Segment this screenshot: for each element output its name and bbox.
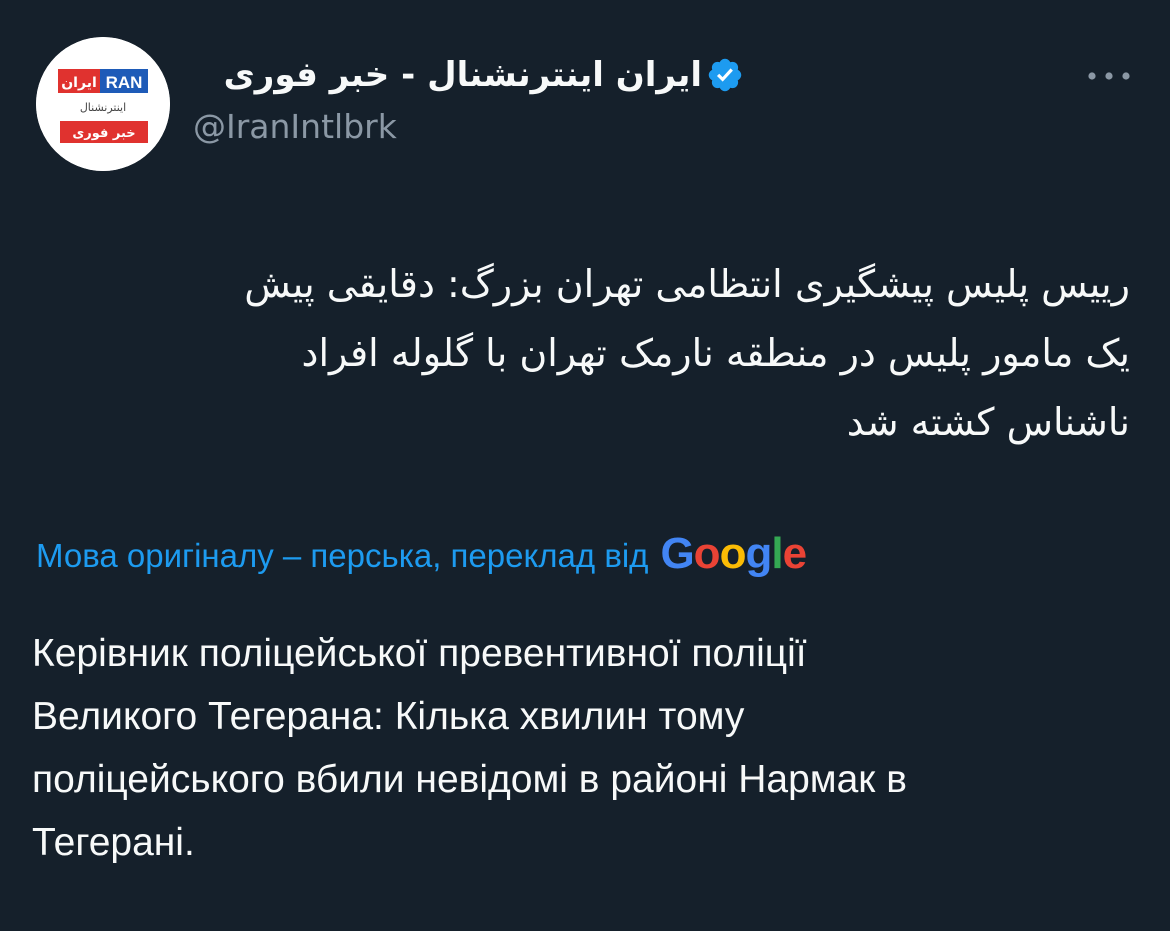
translation-notice-link[interactable]: Мова оригіналу – перська, переклад від G… xyxy=(36,528,808,584)
original-line: ناشناس کشته شد xyxy=(846,400,1130,444)
logo-subtitle-text: اینترنشنال xyxy=(80,101,126,114)
logo-tag-text: خبر فوری xyxy=(72,126,135,141)
google-letter: o xyxy=(693,529,721,578)
google-letter: o xyxy=(719,529,747,578)
google-letter: G xyxy=(660,529,694,578)
google-letter: l xyxy=(771,529,783,578)
translated-line: Великого Тегерана: Кілька хвилин тому xyxy=(32,695,745,738)
tweet-text-original: رییس پلیس پیشگیری انتظامی تهران بزرگ: دق… xyxy=(30,250,1130,457)
more-horizontal-icon xyxy=(1088,72,1130,80)
logo-en-text: RAN xyxy=(106,73,143,92)
translated-line: Тегерані. xyxy=(32,821,195,864)
google-letter: g xyxy=(745,529,772,578)
google-logo: Google xyxy=(660,529,808,579)
translation-notice-text: Мова оригіналу – перська, переклад від xyxy=(36,537,649,574)
translated-line: поліцейського вбили невідомі в районі На… xyxy=(32,758,907,801)
translated-line: Керівник поліцейської превентивної поліц… xyxy=(32,632,807,675)
google-letter: e xyxy=(782,529,808,578)
logo-fa-text: ایران xyxy=(61,75,97,91)
author-handle[interactable]: @IranIntlbrk xyxy=(193,107,397,146)
original-line: رییس پلیس پیشگیری انتظامی تهران بزرگ: دق… xyxy=(244,262,1130,306)
verified-badge-icon xyxy=(708,58,742,92)
original-line: یک مامور پلیس در منطقه نارمک تهران با گل… xyxy=(301,331,1130,375)
avatar[interactable]: ایران RAN اینترنشنال خبر فوری xyxy=(36,37,170,171)
more-options-button[interactable] xyxy=(1084,61,1134,91)
tweet-text-translated: Керівник поліцейської превентивної поліц… xyxy=(32,622,1132,874)
iran-international-logo: ایران RAN اینترنشنال خبر فوری xyxy=(36,37,170,171)
display-name[interactable]: ایران اینترنشنال - خبر فوری xyxy=(224,55,702,95)
author-name[interactable]: ایران اینترنشنال - خبر فوری xyxy=(224,50,744,100)
